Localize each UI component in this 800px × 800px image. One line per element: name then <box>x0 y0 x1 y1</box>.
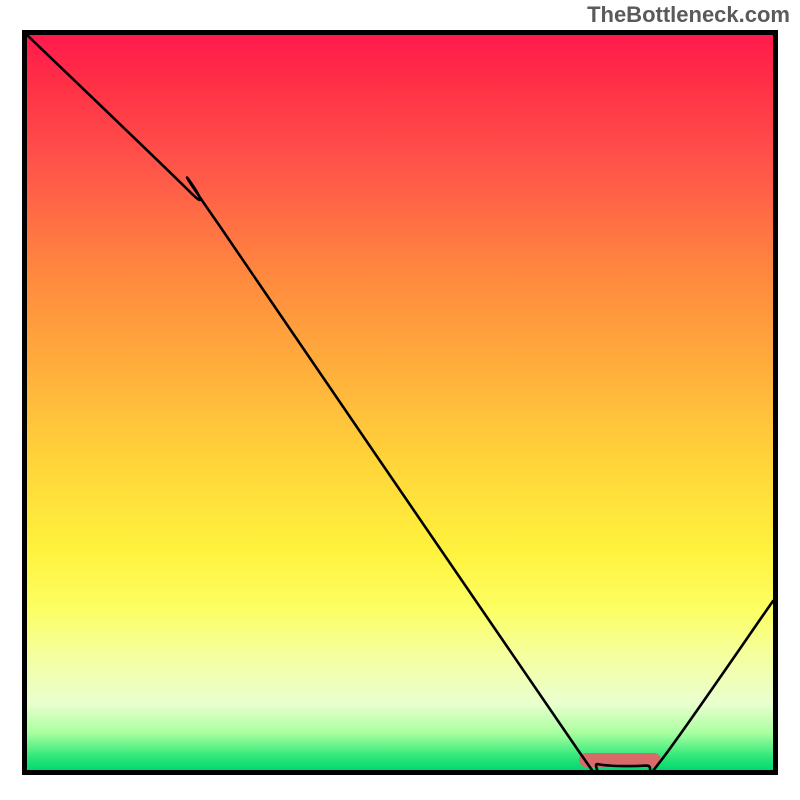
optimum-marker <box>579 753 661 767</box>
gradient-fill <box>27 35 773 770</box>
attribution-label: TheBottleneck.com <box>587 2 790 28</box>
chart-canvas: TheBottleneck.com <box>0 0 800 800</box>
plot-frame <box>22 30 778 775</box>
